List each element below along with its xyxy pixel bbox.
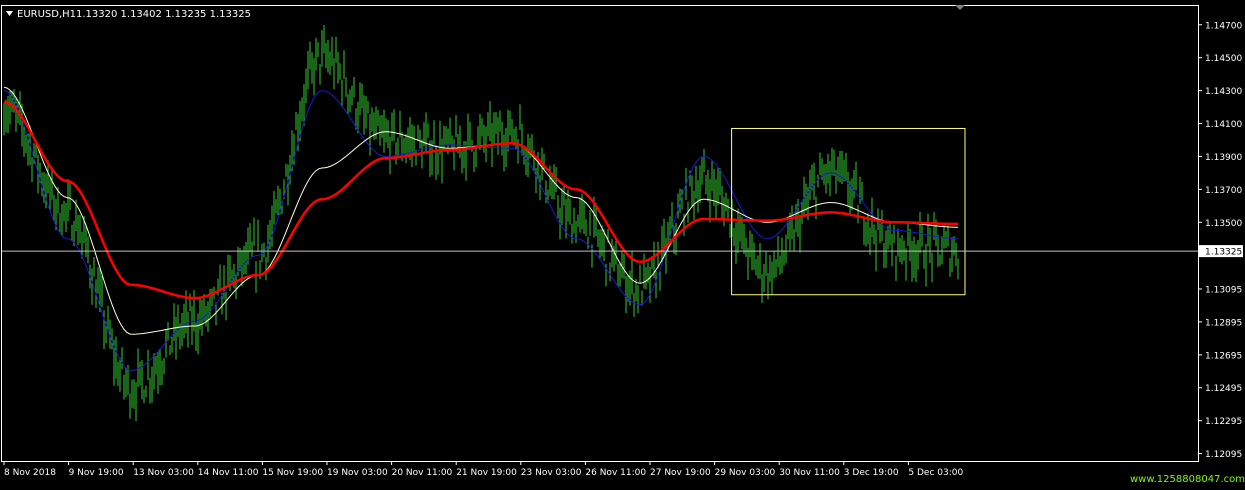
time-tick-label-2: 13 Nov 03:00 [133,468,194,478]
price-tick-label-2: 1.14300 [1205,87,1242,97]
price-tick-label-12: 1.12095 [1205,450,1242,460]
time-tick-label-6: 20 Nov 11:00 [392,468,453,478]
time-tick-label-4: 15 Nov 19:00 [262,468,323,478]
chart-background [0,0,1245,486]
time-tick-label-10: 27 Nov 19:00 [650,468,711,478]
price-tick-label-0: 1.14700 [1205,21,1242,31]
price-chart[interactable]: 1.14700 1.14500 1.14300 1.14100 1.13900 1.137… [0,0,1245,486]
price-tick-label-1: 1.14500 [1205,54,1242,64]
current-price-label: 1.13325 [1205,248,1242,258]
ohlc-readout: 1.13320 1.13402 1.13235 1.13325 [76,9,251,20]
symbol-label: EURUSD,H1 [17,9,76,20]
time-tick-label-3: 14 Nov 11:00 [198,468,259,478]
time-tick-label-5: 19 Nov 03:00 [327,468,388,478]
time-tick-label-0: 8 Nov 2018 [4,468,56,478]
price-tick-label-8: 1.12895 [1205,318,1242,328]
watermark-text: www.1258808047.com [1130,474,1245,485]
price-tick-label-10: 1.12495 [1205,384,1242,394]
price-tick-label-9: 1.12695 [1205,351,1242,361]
price-tick-label-11: 1.12295 [1205,417,1242,427]
time-tick-label-12: 30 Nov 11:00 [779,468,840,478]
price-tick-label-4: 1.13900 [1205,153,1242,163]
time-tick-label-1: 9 Nov 19:00 [69,468,124,478]
time-tick-label-13: 3 Dec 19:00 [844,468,899,478]
time-tick-label-14: 5 Dec 03:00 [908,468,963,478]
time-tick-label-7: 21 Nov 19:00 [456,468,517,478]
time-tick-label-11: 29 Nov 03:00 [715,468,776,478]
price-tick-label-7: 1.13095 [1205,285,1242,295]
time-tick-label-9: 26 Nov 11:00 [585,468,646,478]
price-tick-label-3: 1.14100 [1205,120,1242,130]
price-tick-label-5: 1.13700 [1205,186,1242,196]
price-tick-label-6: 1.13500 [1205,219,1242,229]
time-tick-label-8: 23 Nov 03:00 [521,468,582,478]
